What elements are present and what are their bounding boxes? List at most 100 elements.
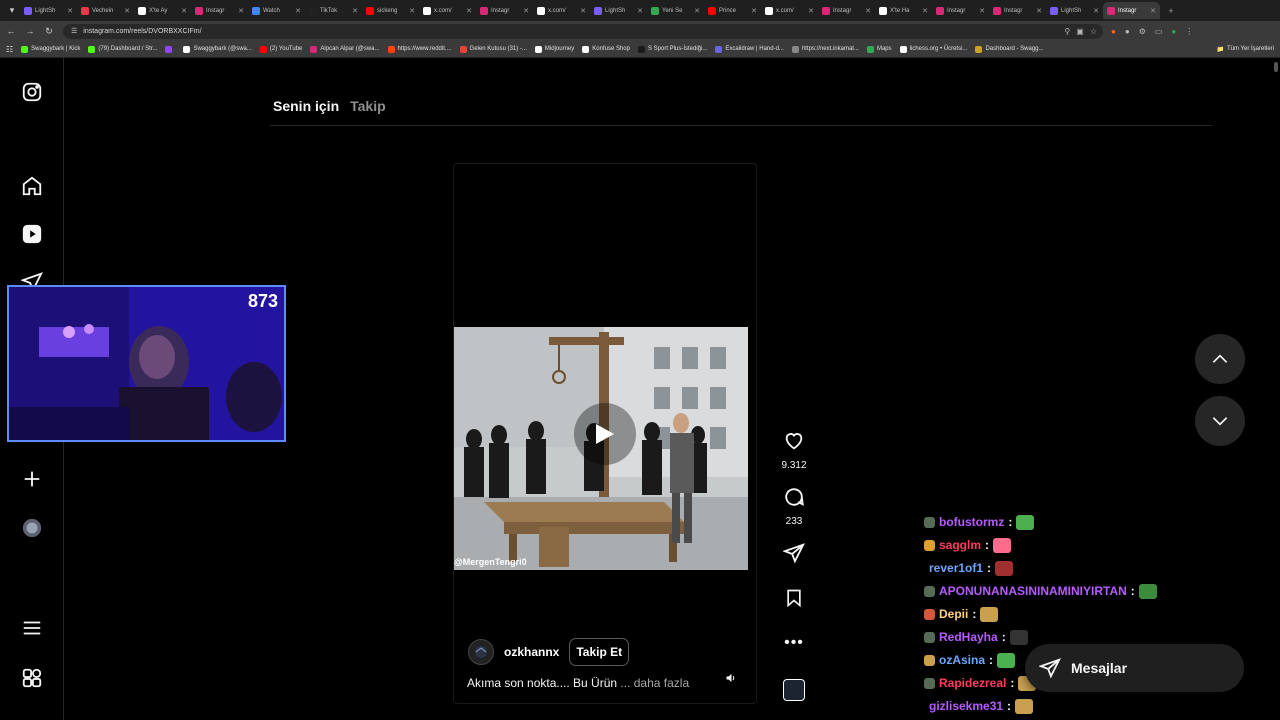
page-scrollbar[interactable] bbox=[1274, 62, 1278, 72]
home-icon[interactable] bbox=[20, 174, 44, 198]
extension-icon[interactable]: ● bbox=[1111, 27, 1116, 36]
browser-tab[interactable]: Instagr ✕ bbox=[476, 2, 533, 19]
menu-icon[interactable]: ⋮ bbox=[1185, 27, 1193, 36]
browser-tab[interactable]: LightSh ✕ bbox=[1046, 2, 1103, 19]
bookmark-icon[interactable] bbox=[784, 588, 804, 613]
tab-close-icon[interactable]: ✕ bbox=[523, 7, 529, 15]
browser-tab[interactable]: sickeng ✕ bbox=[362, 2, 419, 19]
browser-tab[interactable]: Instagr ✕ bbox=[932, 2, 989, 19]
also-from-meta-icon[interactable] bbox=[20, 666, 44, 690]
tab-close-icon[interactable]: ✕ bbox=[238, 7, 244, 15]
bookmark-item[interactable]: S Sport Plus-İstediği... bbox=[637, 45, 707, 53]
author-username[interactable]: ozkhannx bbox=[504, 645, 559, 659]
bookmark-item[interactable]: Dashboard - Swagg... bbox=[975, 45, 1043, 53]
more-link[interactable]: ... daha fazla bbox=[617, 676, 689, 690]
browser-tab[interactable]: Yeni Se ✕ bbox=[647, 2, 704, 19]
tab-close-icon[interactable]: ✕ bbox=[1093, 7, 1099, 15]
play-button[interactable] bbox=[574, 403, 636, 465]
browser-tab[interactable]: TikTok ✕ bbox=[305, 2, 362, 19]
next-reel-button[interactable] bbox=[1195, 396, 1245, 446]
browser-tab[interactable]: Instagr ✕ bbox=[989, 2, 1046, 19]
tab-close-icon[interactable]: ✕ bbox=[580, 7, 586, 15]
tab-close-icon[interactable]: ✕ bbox=[922, 7, 928, 15]
original-audio-thumbnail[interactable] bbox=[783, 679, 805, 701]
browser-tab[interactable]: x.com/ ✕ bbox=[419, 2, 476, 19]
back-icon[interactable]: ← bbox=[3, 23, 19, 39]
tab-close-icon[interactable]: ✕ bbox=[1036, 7, 1042, 15]
tab-for-you[interactable]: Senin için bbox=[273, 98, 339, 114]
tab-close-icon[interactable]: ✕ bbox=[637, 7, 643, 15]
reels-icon[interactable] bbox=[20, 222, 44, 246]
tab-close-icon[interactable]: ✕ bbox=[409, 7, 415, 15]
profile-avatar[interactable]: ● bbox=[1171, 27, 1176, 36]
browser-tab[interactable]: x.com/ ✕ bbox=[761, 2, 818, 19]
tab-close-icon[interactable]: ✕ bbox=[979, 7, 985, 15]
heart-icon[interactable] bbox=[783, 430, 805, 457]
tab-following[interactable]: Takip bbox=[350, 98, 386, 114]
reload-icon[interactable]: ↻ bbox=[41, 23, 57, 39]
apps-icon[interactable]: ☷ bbox=[6, 45, 13, 54]
messages-button[interactable]: Mesajlar bbox=[1025, 644, 1244, 692]
sound-icon[interactable] bbox=[722, 669, 740, 687]
tab-close-icon[interactable]: ✕ bbox=[181, 7, 187, 15]
comment-icon[interactable] bbox=[783, 486, 805, 513]
zoom-icon[interactable]: ⚲ bbox=[1064, 27, 1070, 36]
bookmark-item[interactable]: lichess.org • Ücretsi... bbox=[899, 45, 967, 53]
more-menu-icon[interactable] bbox=[20, 616, 44, 640]
tab-close-icon[interactable]: ✕ bbox=[352, 7, 358, 15]
bookmark-item[interactable]: Excalidraw | Hand-d... bbox=[715, 45, 784, 53]
browser-tab[interactable]: x.com/ ✕ bbox=[533, 2, 590, 19]
bookmark-item[interactable]: Midjourney bbox=[534, 45, 574, 53]
extension-icon[interactable]: ● bbox=[1125, 27, 1130, 36]
bookmark-item[interactable]: Swaggybark (@swa... bbox=[183, 45, 252, 53]
site-info-icon[interactable]: ☰ bbox=[71, 27, 77, 35]
tab-close-icon[interactable]: ✕ bbox=[67, 7, 73, 15]
share-icon[interactable] bbox=[782, 542, 805, 569]
browser-tab[interactable]: X'te Ay ✕ bbox=[134, 2, 191, 19]
browser-tab[interactable]: Instagr ✕ bbox=[1103, 2, 1160, 19]
instagram-logo-icon[interactable] bbox=[20, 80, 44, 104]
bookmark-item[interactable]: Gelen Kutusu (31) -... bbox=[459, 45, 527, 53]
browser-tab[interactable]: LightSh ✕ bbox=[590, 2, 647, 19]
forward-icon[interactable]: → bbox=[22, 23, 38, 39]
tab-close-icon[interactable]: ✕ bbox=[751, 7, 757, 15]
more-icon[interactable]: ••• bbox=[784, 634, 804, 652]
reel-player[interactable]: @MergenTengri0 ozkhannx Takip Et Akıma s… bbox=[453, 163, 757, 704]
tab-close-icon[interactable]: ✕ bbox=[694, 7, 700, 15]
browser-tab[interactable]: Instagr ✕ bbox=[191, 2, 248, 19]
bookmark-item[interactable]: Alpcan Alpar (@swa... bbox=[310, 45, 380, 53]
tab-close-icon[interactable]: ✕ bbox=[865, 7, 871, 15]
browser-tab[interactable]: Watch ✕ bbox=[248, 2, 305, 19]
tab-close-icon[interactable]: ✕ bbox=[808, 7, 814, 15]
bookmark-item[interactable]: Maps bbox=[866, 45, 892, 53]
new-tab-button[interactable]: + bbox=[1163, 3, 1179, 19]
tab-close-icon[interactable]: ✕ bbox=[124, 7, 130, 15]
bookmark-item[interactable]: Swaggybark | Kick bbox=[21, 45, 80, 53]
author-avatar[interactable] bbox=[468, 639, 494, 665]
bookmark-star-icon[interactable]: ☆ bbox=[1090, 27, 1097, 36]
browser-tab[interactable]: LightSh ✕ bbox=[20, 2, 77, 19]
reel-video-frame[interactable]: @MergenTengri0 bbox=[454, 327, 748, 570]
puzzle-icon[interactable]: ⚙ bbox=[1139, 27, 1146, 36]
browser-tab[interactable]: Vechein ✕ bbox=[77, 2, 134, 19]
bookmark-item[interactable]: (79) Dashboard / Str... bbox=[88, 45, 157, 53]
bookmark-item[interactable]: Konfuse Shop bbox=[582, 45, 630, 53]
tab-close-icon[interactable]: ✕ bbox=[1150, 7, 1156, 15]
all-bookmarks-folder[interactable]: 📁 Tüm Yer İşaretleri bbox=[1216, 46, 1280, 53]
tab-close-icon[interactable]: ✕ bbox=[466, 7, 472, 15]
url-field[interactable]: ☰ instagram.com/reels/DVORBXXCIFm/ ⚲ ▣ ☆ bbox=[63, 23, 1103, 39]
browser-tab[interactable]: Instagr ✕ bbox=[818, 2, 875, 19]
bookmark-item[interactable]: (2) YouTube bbox=[259, 45, 302, 53]
sidepanel-icon[interactable]: ▭ bbox=[1155, 27, 1163, 36]
previous-reel-button[interactable] bbox=[1195, 334, 1245, 384]
follow-button[interactable]: Takip Et bbox=[569, 638, 630, 666]
browser-tab[interactable]: X'te Ha ✕ bbox=[875, 2, 932, 19]
bookmark-item[interactable]: https://www.reddit.... bbox=[387, 45, 452, 53]
profile-avatar[interactable] bbox=[20, 516, 44, 540]
browser-tab[interactable]: Prince ✕ bbox=[704, 2, 761, 19]
tab-search-icon[interactable]: ▾ bbox=[4, 3, 20, 19]
bookmark-item[interactable] bbox=[165, 45, 175, 53]
tab-close-icon[interactable]: ✕ bbox=[295, 7, 301, 15]
bookmark-item[interactable]: https://next.inkamat... bbox=[791, 45, 859, 53]
create-icon[interactable] bbox=[20, 467, 44, 491]
